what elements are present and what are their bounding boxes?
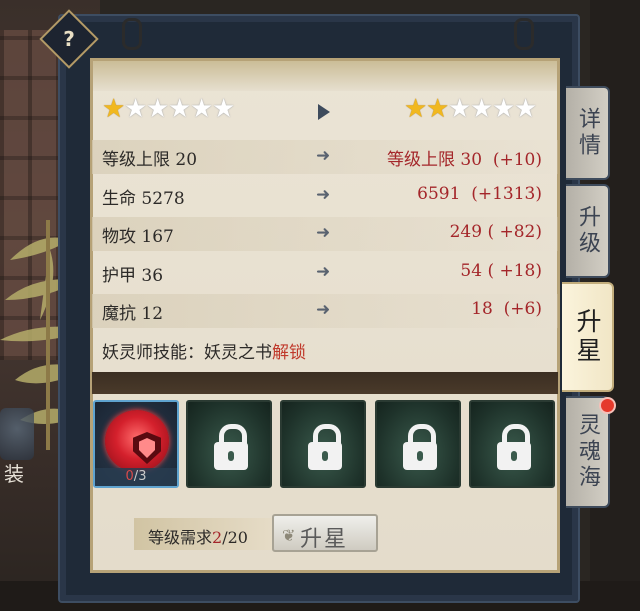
requirement-label: 等级需求	[148, 528, 213, 547]
tab-details[interactable]: 详情	[566, 86, 610, 180]
star-empty-icon: ★	[492, 94, 516, 124]
arrow-icon: ➜	[316, 146, 331, 166]
material-slot-3-locked[interactable]	[280, 400, 366, 488]
tab-level-up[interactable]: 升级	[566, 184, 610, 278]
star-empty-icon: ★	[146, 94, 170, 124]
material-slot-5-locked[interactable]	[469, 400, 555, 488]
stat-next: 249 ( +82)	[449, 222, 542, 242]
stat-current: 护甲 36	[102, 266, 164, 286]
material-slot-1[interactable]: 0/3	[93, 400, 179, 488]
star-filled-icon: ★	[102, 94, 126, 124]
star-empty-icon: ★	[212, 94, 236, 124]
star-filled-icon: ★	[426, 94, 450, 124]
notification-dot	[599, 397, 616, 414]
arrow-icon: ➜	[316, 262, 331, 282]
stat-current: 生命 5278	[102, 189, 185, 209]
stat-next: 等级上限 30 (+10)	[387, 150, 542, 170]
star-empty-icon: ★	[190, 94, 214, 124]
help-icon: ?	[63, 27, 75, 51]
star-empty-icon: ★	[470, 94, 494, 124]
current-star-rating: ★ ★ ★ ★ ★ ★	[102, 94, 236, 124]
arrow-right-icon	[318, 104, 330, 120]
side-equipment-icon[interactable]	[0, 408, 34, 460]
stat-row-level-cap: 等级上限 20 ➜ 等级上限 30 (+10)	[92, 140, 558, 174]
material-slot-2-locked[interactable]	[186, 400, 272, 488]
stat-current: 物攻 167	[102, 227, 174, 247]
hanging-hook-right	[514, 18, 534, 50]
stat-next: 54 ( +18)	[460, 261, 542, 281]
hanging-hook-left	[122, 18, 142, 50]
next-star-rating: ★ ★ ★ ★ ★ ★	[404, 94, 538, 124]
stat-row-magic-resist: 魔抗 12 ➜ 18 (+6)	[92, 294, 558, 328]
level-requirement: 等级需求2/20	[134, 518, 274, 550]
arrow-icon: ➜	[316, 300, 331, 320]
divider-band	[92, 372, 558, 394]
stat-next: 6591 (+1313)	[417, 184, 542, 204]
stat-current: 等级上限 20	[102, 150, 198, 170]
stat-row-attack: 物攻 167 ➜ 249 ( +82)	[92, 217, 558, 251]
skill-unlock-text: 妖灵师技能：妖灵之书解锁	[102, 338, 306, 363]
skill-label: 妖灵师技能：妖灵之书	[102, 343, 272, 363]
upgrade-star-button[interactable]: ❦ 升星	[272, 514, 378, 552]
wing-icon: ❦	[282, 526, 298, 545]
stat-row-armor: 护甲 36 ➜ 54 ( +18)	[92, 256, 558, 290]
star-filled-icon: ★	[404, 94, 428, 124]
tab-star-up[interactable]: 升星	[562, 282, 614, 392]
side-equipment-label[interactable]: 装	[4, 458, 24, 487]
material-slot-4-locked[interactable]	[375, 400, 461, 488]
requirement-max: 20	[227, 528, 248, 547]
star-empty-icon: ★	[168, 94, 192, 124]
upgrade-star-button-label: 升星	[300, 527, 349, 552]
panel-top-band	[93, 61, 557, 91]
arrow-icon: ➜	[316, 185, 331, 205]
star-empty-icon: ★	[448, 94, 472, 124]
spirit-orb-icon	[105, 410, 169, 472]
star-empty-icon: ★	[124, 94, 148, 124]
stat-next: 18 (+6)	[471, 299, 542, 319]
stat-current: 魔抗 12	[102, 304, 164, 324]
arrow-icon: ➜	[316, 223, 331, 243]
stat-row-hp: 生命 5278 ➜ 6591 (+1313)	[92, 179, 558, 213]
requirement-current: 2	[212, 528, 223, 547]
star-empty-icon: ★	[514, 94, 538, 124]
skill-unlock-word: 解锁	[272, 343, 306, 363]
material-count: 0/3	[95, 468, 177, 486]
